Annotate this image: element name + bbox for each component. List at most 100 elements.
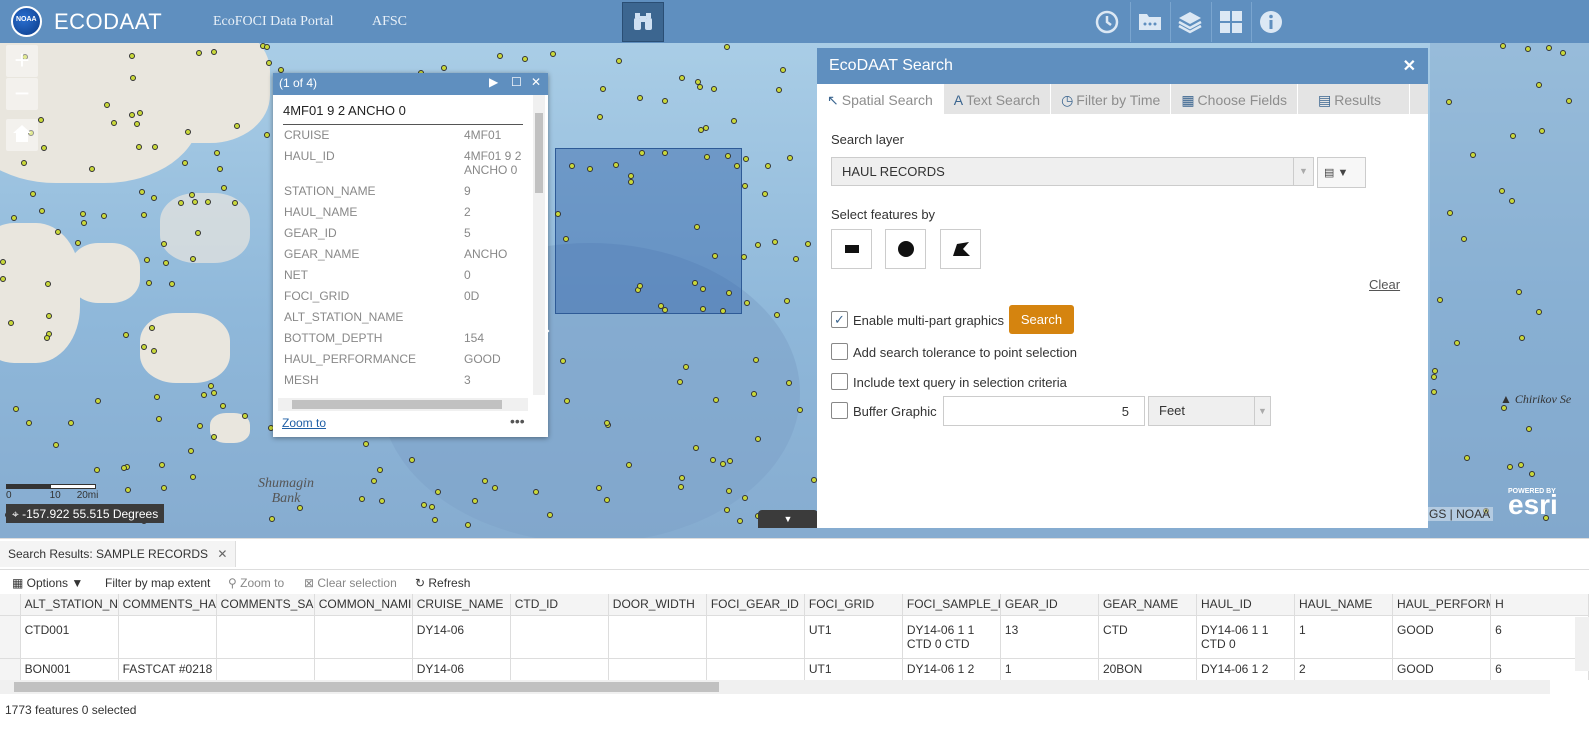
sample-point[interactable] [159, 462, 165, 468]
sample-point[interactable] [743, 156, 749, 162]
sample-point[interactable] [1566, 98, 1572, 104]
sample-point[interactable] [151, 195, 157, 201]
column-header[interactable]: CTD_ID [510, 594, 609, 616]
column-header[interactable]: GEAR_NAME [1098, 594, 1197, 616]
sample-point[interactable] [211, 390, 217, 396]
sample-point[interactable] [0, 276, 6, 282]
clear-selection-button[interactable]: ⊠ Clear selection [304, 576, 397, 590]
sample-point[interactable] [94, 467, 100, 473]
sample-point[interactable] [104, 102, 110, 108]
sample-point[interactable] [662, 150, 668, 156]
sample-point[interactable] [563, 236, 569, 242]
add-tolerance-checkbox[interactable] [831, 343, 848, 360]
sample-point[interactable] [190, 474, 196, 480]
sample-point[interactable] [765, 163, 771, 169]
sample-point[interactable] [772, 239, 778, 245]
sample-point[interactable] [1560, 50, 1566, 56]
grid-icon[interactable] [1211, 2, 1249, 42]
popup-vertical-scrollbar[interactable] [533, 95, 545, 395]
column-header[interactable]: H [1491, 594, 1589, 616]
sample-point[interactable] [169, 281, 175, 287]
sample-point[interactable] [1437, 297, 1443, 303]
sample-point[interactable] [53, 442, 59, 448]
ecofoci-portal-link[interactable]: EcoFOCI Data Portal [213, 14, 334, 30]
sample-point[interactable] [123, 332, 129, 338]
sample-point[interactable] [679, 75, 685, 81]
sample-point[interactable] [214, 150, 220, 156]
sample-point[interactable] [141, 212, 147, 218]
sample-point[interactable] [161, 485, 167, 491]
column-header[interactable]: COMMENTS_HAI [118, 594, 217, 616]
sample-point[interactable] [1461, 236, 1467, 242]
grid-horizontal-scrollbar[interactable] [0, 680, 1550, 694]
home-button[interactable] [6, 119, 38, 151]
sample-point[interactable] [550, 51, 556, 57]
sample-point[interactable] [363, 441, 369, 447]
sample-point[interactable] [555, 211, 561, 217]
sample-point[interactable] [121, 465, 127, 471]
sample-point[interactable] [1525, 46, 1531, 52]
sample-point[interactable] [776, 87, 782, 93]
sample-point[interactable] [81, 220, 87, 226]
sample-point[interactable] [755, 436, 761, 442]
sample-point[interactable] [1536, 82, 1542, 88]
column-header[interactable]: HAUL_NAME [1295, 594, 1394, 616]
sample-point[interactable] [269, 516, 275, 522]
sample-point[interactable] [465, 522, 471, 528]
sample-point[interactable] [75, 240, 81, 246]
zoom-to-button[interactable]: ⚲ Zoom to [228, 576, 284, 590]
sample-point[interactable] [211, 434, 217, 440]
sample-point[interactable] [658, 303, 664, 309]
sample-point[interactable] [780, 67, 786, 73]
table-row[interactable]: CTD001 DY14-06 UT1 DY14-06 1 1 CTD 0 CTD 13 C… [0, 616, 1589, 659]
sample-point[interactable] [1529, 471, 1535, 477]
table-row[interactable]: BON001 FASTCAT #0218 DY14-06 UT1 DY14-06 1 2… [0, 659, 1589, 680]
sample-point[interactable] [596, 485, 602, 491]
buffer-unit-select[interactable]: Feet ▼ [1148, 396, 1271, 426]
draw-rectangle-button[interactable] [831, 229, 872, 269]
sample-point[interactable] [711, 86, 717, 92]
sample-point[interactable] [129, 112, 135, 118]
sample-point[interactable] [1526, 426, 1532, 432]
sample-point[interactable] [1516, 289, 1522, 295]
info-icon[interactable] [1251, 2, 1289, 42]
sample-point[interactable] [144, 257, 150, 263]
sample-point[interactable] [1536, 309, 1542, 315]
tab-spatial-search[interactable]: ↖ Spatial Search [817, 84, 944, 114]
sample-point[interactable] [726, 290, 732, 296]
sample-point[interactable] [797, 407, 803, 413]
sample-point[interactable] [737, 518, 743, 524]
search-button[interactable]: Search [1009, 305, 1074, 334]
sample-point[interactable] [264, 132, 270, 138]
sample-point[interactable] [141, 344, 147, 350]
tab-text-search[interactable]: A Text Search [944, 84, 1052, 114]
sample-point[interactable] [188, 448, 194, 454]
sample-point[interactable] [136, 144, 142, 150]
column-header[interactable]: FOCI_GRID [804, 594, 903, 616]
sample-point[interactable] [662, 98, 668, 104]
sample-point[interactable] [435, 489, 441, 495]
sample-point[interactable] [26, 420, 32, 426]
sample-point[interactable] [266, 60, 272, 66]
sample-point[interactable] [80, 211, 86, 217]
column-header[interactable]: CRUISE_NAME [412, 594, 511, 616]
sample-point[interactable] [221, 185, 227, 191]
sample-point[interactable] [492, 485, 498, 491]
close-icon[interactable]: ✕ [531, 75, 541, 89]
sample-point[interactable] [192, 199, 198, 205]
sample-point[interactable] [185, 129, 191, 135]
sample-point[interactable] [11, 215, 17, 221]
sample-point[interactable] [1539, 128, 1545, 134]
sample-point[interactable] [626, 462, 632, 468]
sample-point[interactable] [697, 84, 703, 90]
more-options-icon[interactable]: ••• [510, 413, 525, 429]
sample-point[interactable] [604, 420, 610, 426]
close-icon[interactable]: ✕ [217, 547, 227, 561]
sample-point[interactable] [379, 498, 385, 504]
column-header[interactable]: HAUL_ID [1196, 594, 1296, 616]
collapse-panel-button[interactable]: ▼ [758, 510, 818, 528]
data-folder-icon[interactable] [1130, 2, 1168, 42]
sample-point[interactable] [129, 53, 135, 59]
sample-point[interactable] [774, 312, 780, 318]
sample-point[interactable] [639, 150, 645, 156]
